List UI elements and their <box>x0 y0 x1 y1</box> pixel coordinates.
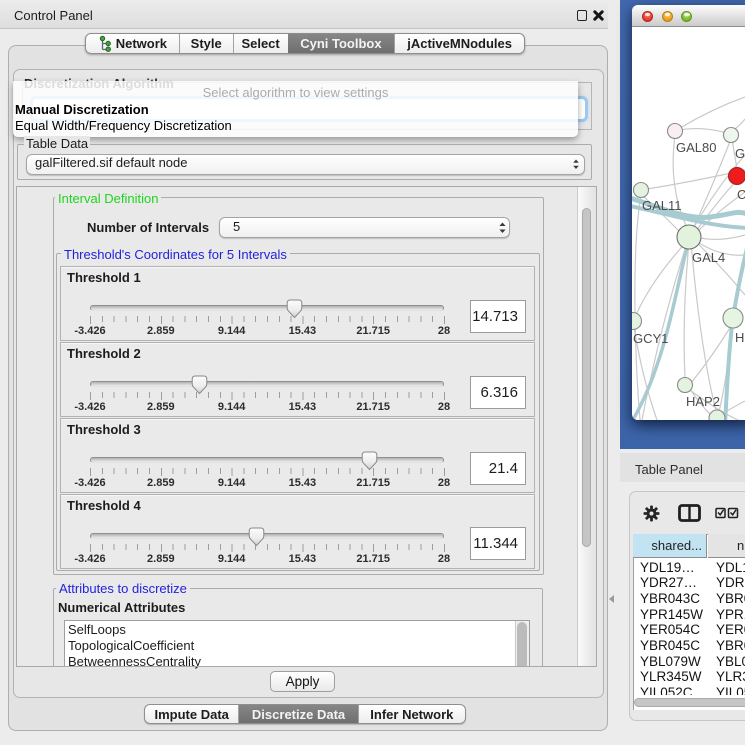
svg-text:C: C <box>737 187 745 202</box>
svg-text:HAP2: HAP2 <box>686 394 720 409</box>
svg-text:H: H <box>735 330 744 345</box>
svg-text:GAL11: GAL11 <box>642 198 682 213</box>
svg-text:GAL80: GAL80 <box>676 140 716 155</box>
svg-text:GA: GA <box>735 146 745 161</box>
svg-text:GCY1: GCY1 <box>633 331 668 346</box>
svg-text:GAL4: GAL4 <box>692 250 725 265</box>
